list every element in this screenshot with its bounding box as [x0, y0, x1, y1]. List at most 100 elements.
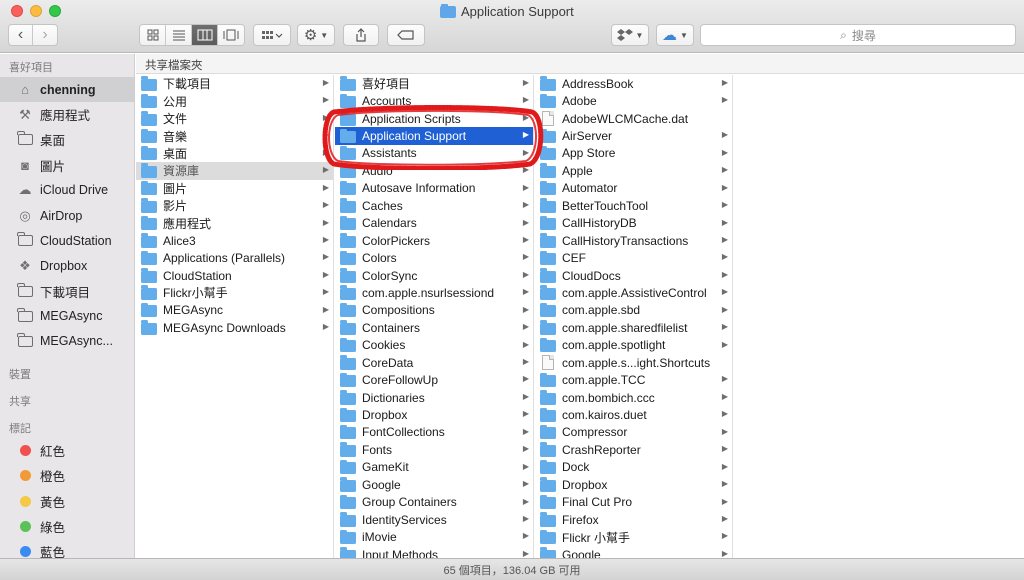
column-2-item[interactable]: FontCollections ▶ [335, 424, 533, 441]
sidebar-item-0[interactable]: ⌂ chenning [0, 77, 134, 103]
column-2-item[interactable]: Google ▶ [335, 476, 533, 493]
column-2-item[interactable]: Input Methods ▶ [335, 546, 533, 558]
column-3-item[interactable]: com.bombich.ccc ▶ [535, 389, 732, 406]
column-2-item[interactable]: Dictionaries ▶ [335, 389, 533, 406]
column-3-item[interactable]: com.apple.sharedfilelist ▶ [535, 319, 732, 336]
sidebar-item-2[interactable]: 桌面 [0, 127, 134, 152]
sidebar-header-devices[interactable]: 裝置 [0, 361, 134, 384]
column-1-item[interactable]: Flickr小幫手 ▶ [136, 284, 333, 301]
column-2-item[interactable]: Accounts ▶ [335, 92, 533, 109]
column-3-item[interactable]: Adobe ▶ [535, 92, 732, 109]
column-2-item[interactable]: Audio ▶ [335, 162, 533, 179]
close-button[interactable] [11, 5, 23, 17]
column-1-item[interactable]: 影片 ▶ [136, 197, 333, 214]
column-1-item[interactable]: 資源庫 ▶ [136, 162, 333, 180]
column-1-item[interactable]: 公用 ▶ [136, 92, 333, 109]
sidebar-item-9[interactable]: MEGAsync [0, 304, 134, 329]
column-3-item[interactable]: CloudDocs ▶ [535, 267, 732, 284]
sidebar-header-shared[interactable]: 共享 [0, 388, 134, 411]
column-3-item[interactable]: Apple ▶ [535, 162, 732, 179]
share-button[interactable] [343, 24, 379, 46]
column-3-item[interactable]: BetterTouchTool ▶ [535, 197, 732, 214]
column-3-item[interactable]: Compressor ▶ [535, 424, 732, 441]
list-view-button[interactable] [166, 25, 192, 45]
sidebar-item-10[interactable]: MEGAsync... [0, 329, 134, 354]
column-3-item[interactable]: com.apple.TCC ▶ [535, 371, 732, 388]
column-2-item[interactable]: Fonts ▶ [335, 441, 533, 458]
column-3-item[interactable]: CallHistoryDB ▶ [535, 215, 732, 232]
column-3-item[interactable]: CrashReporter ▶ [535, 441, 732, 458]
column-3-item[interactable]: AirServer ▶ [535, 127, 732, 144]
column-1-item[interactable]: 桌面 ▶ [136, 145, 333, 162]
column-3-item[interactable]: com.kairos.duet ▶ [535, 406, 732, 423]
sidebar-item-8[interactable]: 下載項目 [0, 279, 134, 304]
cover-flow-button[interactable] [218, 25, 244, 45]
column-2-item[interactable]: Application Support ▶ [335, 127, 533, 145]
forward-button[interactable]: › [33, 25, 57, 45]
action-button[interactable]: ⚙ ▼ [297, 24, 335, 46]
column-3-item[interactable]: Dropbox ▶ [535, 476, 732, 493]
search-field[interactable]: ⌕ 搜尋 [700, 24, 1016, 46]
column-2-item[interactable]: 喜好項目 ▶ [335, 75, 533, 92]
column-2-item[interactable]: ColorPickers ▶ [335, 232, 533, 249]
sidebar-item-6[interactable]: CloudStation [0, 228, 134, 253]
column-3-item[interactable]: Final Cut Pro ▶ [535, 494, 732, 511]
column-1-item[interactable]: CloudStation ▶ [136, 267, 333, 284]
sidebar-tag-1[interactable]: 橙色 [0, 463, 134, 488]
column-3-item[interactable]: Automator ▶ [535, 180, 732, 197]
column-2-item[interactable]: Containers ▶ [335, 319, 533, 336]
column-2-item[interactable]: Calendars ▶ [335, 215, 533, 232]
column-1-item[interactable]: Alice3 ▶ [136, 232, 333, 249]
column-1-item[interactable]: Applications (Parallels) ▶ [136, 249, 333, 266]
column-1-item[interactable]: MEGAsync ▶ [136, 302, 333, 319]
column-3-item[interactable]: com.apple.sbd ▶ [535, 302, 732, 319]
column-3-item[interactable]: Dock ▶ [535, 459, 732, 476]
tag-button[interactable] [387, 24, 425, 46]
zoom-button[interactable] [49, 5, 61, 17]
column-2-item[interactable]: com.apple.nsurlsessiond ▶ [335, 284, 533, 301]
sidebar-tag-3[interactable]: 綠色 [0, 514, 134, 539]
sidebar-tag-2[interactable]: 黃色 [0, 488, 134, 513]
back-button[interactable]: ‹ [9, 25, 33, 45]
column-3-item[interactable]: Flickr 小幫手 ▶ [535, 528, 732, 545]
sidebar-item-4[interactable]: ☁ iCloud Drive [0, 178, 134, 203]
column-2-item[interactable]: Dropbox ▶ [335, 406, 533, 423]
column-1-item[interactable]: 應用程式 ▶ [136, 215, 333, 232]
dropbox-button[interactable]: ▼ [611, 24, 649, 46]
column-2-item[interactable]: GameKit ▶ [335, 459, 533, 476]
column-2-item[interactable]: Application Scripts ▶ [335, 110, 533, 127]
column-2-item[interactable]: iMovie ▶ [335, 528, 533, 545]
column-1-item[interactable]: 下載項目 ▶ [136, 75, 333, 92]
minimize-button[interactable] [30, 5, 42, 17]
column-3-item[interactable]: App Store ▶ [535, 145, 732, 162]
column-3-item[interactable]: com.apple.s...ight.Shortcuts [535, 354, 732, 371]
arrange-button[interactable] [253, 24, 291, 46]
column-2-item[interactable]: ColorSync ▶ [335, 267, 533, 284]
column-1-item[interactable]: 圖片 ▶ [136, 180, 333, 197]
sidebar-tag-4[interactable]: 藍色 [0, 539, 134, 558]
column-3-item[interactable]: AdobeWLCMCache.dat [535, 110, 732, 127]
column-2-item[interactable]: Colors ▶ [335, 249, 533, 266]
sidebar-tag-0[interactable]: 紅色 [0, 438, 134, 463]
column-1-item[interactable]: 文件 ▶ [136, 110, 333, 127]
sidebar-item-7[interactable]: ❖ Dropbox [0, 253, 134, 278]
column-2-item[interactable]: Caches ▶ [335, 197, 533, 214]
column-2-item[interactable]: Assistants ▶ [335, 145, 533, 162]
column-2-item[interactable]: IdentityServices ▶ [335, 511, 533, 528]
column-3-item[interactable]: CallHistoryTransactions ▶ [535, 232, 732, 249]
column-1-item[interactable]: MEGAsync Downloads ▶ [136, 319, 333, 336]
column-2-item[interactable]: Autosave Information ▶ [335, 180, 533, 197]
icon-view-button[interactable] [140, 25, 166, 45]
cloud-sync-button[interactable]: ☁ ▼ [656, 24, 694, 46]
column-1-item[interactable]: 音樂 ▶ [136, 127, 333, 144]
sidebar-item-3[interactable]: ◙ 圖片 [0, 153, 134, 178]
column-view-button[interactable] [192, 25, 218, 45]
column-3-item[interactable]: AddressBook ▶ [535, 75, 732, 92]
column-2-item[interactable]: CoreData ▶ [335, 354, 533, 371]
column-3-item[interactable]: com.apple.AssistiveControl ▶ [535, 284, 732, 301]
sidebar-item-1[interactable]: ⚒ 應用程式 [0, 102, 134, 127]
column-2-item[interactable]: Cookies ▶ [335, 337, 533, 354]
column-2-item[interactable]: CoreFollowUp ▶ [335, 371, 533, 388]
column-3-item[interactable]: CEF ▶ [535, 249, 732, 266]
sidebar-item-5[interactable]: ◎ AirDrop [0, 203, 134, 228]
